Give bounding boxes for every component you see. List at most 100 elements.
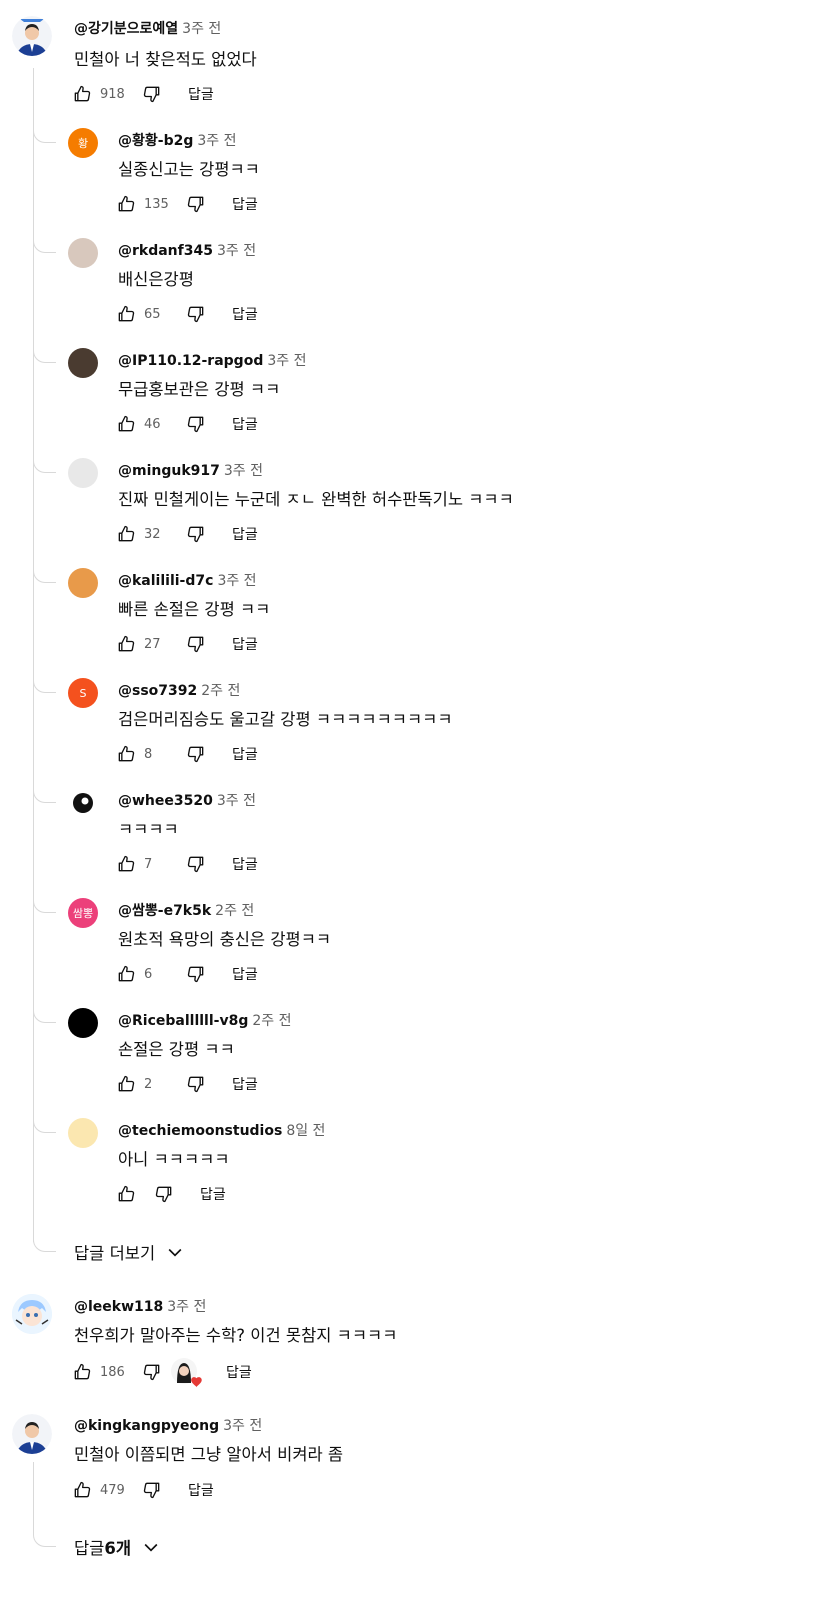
avatar-letter: S: [79, 686, 87, 700]
author-name[interactable]: @쌈뽕-e7k5k: [118, 903, 211, 919]
comment-time[interactable]: 3주 전: [217, 573, 256, 589]
comment-time[interactable]: 8일 전: [286, 1123, 325, 1139]
like-icon[interactable]: [116, 1184, 136, 1204]
avatar[interactable]: [68, 458, 98, 488]
thread-line: [33, 1462, 34, 1534]
reply-button[interactable]: 답글: [188, 1480, 214, 1500]
dislike-icon[interactable]: [186, 1074, 206, 1094]
comment-time[interactable]: 3주 전: [224, 463, 263, 479]
author-name[interactable]: @kingkangpyeong: [74, 1418, 219, 1434]
author-name[interactable]: @kalilili-d7c: [118, 573, 213, 589]
comment-time[interactable]: 3주 전: [223, 1418, 262, 1434]
dislike-icon[interactable]: [142, 1362, 162, 1382]
dislike-icon[interactable]: [186, 524, 206, 544]
comment-actions: 479 답글: [72, 1478, 214, 1502]
avatar[interactable]: [12, 16, 52, 56]
like-icon[interactable]: [116, 964, 136, 984]
comment-text: 배신은강평: [118, 270, 194, 289]
like-icon[interactable]: [116, 634, 136, 654]
avatar[interactable]: [12, 1294, 52, 1334]
dislike-icon[interactable]: [142, 1480, 162, 1500]
like-icon[interactable]: [116, 414, 136, 434]
like-icon[interactable]: [116, 194, 136, 214]
reply-button[interactable]: 답글: [232, 964, 258, 984]
like-count: 27: [144, 636, 161, 652]
avatar[interactable]: [68, 788, 98, 818]
reply-button[interactable]: 답글: [232, 744, 258, 764]
comment-time[interactable]: 3주 전: [267, 353, 306, 369]
reply-button[interactable]: 답글: [188, 84, 214, 104]
avatar[interactable]: 쌈뽕: [68, 898, 98, 928]
reply-button[interactable]: 답글: [232, 304, 258, 324]
comment-text: 손절은 강평 ㅋㅋ: [118, 1040, 235, 1059]
reply-button[interactable]: 답글: [232, 414, 258, 434]
like-icon[interactable]: [116, 304, 136, 324]
dislike-icon[interactable]: [186, 854, 206, 874]
author-name[interactable]: @강기분으로예열: [74, 21, 178, 37]
author-name[interactable]: @sso7392: [118, 683, 197, 699]
like-icon[interactable]: [116, 854, 136, 874]
like-icon[interactable]: [72, 1480, 92, 1500]
dislike-icon[interactable]: [186, 414, 206, 434]
avatar[interactable]: [68, 1118, 98, 1148]
like-icon[interactable]: [116, 744, 136, 764]
like-count: 32: [144, 526, 161, 542]
author-name[interactable]: @rkdanf345: [118, 243, 213, 259]
comment-time[interactable]: 2주 전: [201, 683, 240, 699]
author-name[interactable]: @leekw118: [74, 1299, 163, 1315]
reply-button[interactable]: 답글: [232, 854, 258, 874]
dislike-icon[interactable]: [186, 964, 206, 984]
like-icon[interactable]: [116, 524, 136, 544]
thread-curve: [33, 1118, 56, 1133]
reply-button[interactable]: 답글: [232, 194, 258, 214]
show-more-replies-button[interactable]: 답글 더보기: [74, 1240, 185, 1264]
comment-time[interactable]: 3주 전: [182, 21, 221, 37]
comment-time[interactable]: 3주 전: [167, 1299, 206, 1315]
avatar[interactable]: S: [68, 678, 98, 708]
author-name[interactable]: @minguk917: [118, 463, 220, 479]
author-name[interactable]: @황황-b2g: [118, 133, 193, 149]
like-icon[interactable]: [72, 1362, 92, 1382]
reply-button[interactable]: 답글: [200, 1184, 226, 1204]
author-name[interactable]: @techiemoonstudios: [118, 1123, 282, 1139]
avatar[interactable]: [68, 348, 98, 378]
comment-header: @kingkangpyeong 3주 전: [74, 1415, 262, 1435]
avatar[interactable]: [68, 1008, 98, 1038]
comment-header: @techiemoonstudios 8일 전: [118, 1120, 325, 1140]
reply-button[interactable]: 답글: [232, 524, 258, 544]
comment-time[interactable]: 2주 전: [215, 903, 254, 919]
comment-text: 무급홍보관은 강평 ㅋㅋ: [118, 380, 281, 399]
comment-time[interactable]: 2주 전: [252, 1013, 291, 1029]
like-icon[interactable]: [116, 1074, 136, 1094]
avatar[interactable]: [68, 568, 98, 598]
reply-button[interactable]: 답글: [226, 1362, 252, 1382]
author-name[interactable]: @whee3520: [118, 793, 213, 809]
avatar[interactable]: [68, 238, 98, 268]
thread-curve: [33, 1532, 56, 1547]
view-replies-button[interactable]: 답글 6개: [74, 1535, 161, 1559]
comment-time[interactable]: 3주 전: [217, 793, 256, 809]
dislike-icon[interactable]: [142, 84, 162, 104]
comment-time[interactable]: 3주 전: [217, 243, 256, 259]
comment-header: @whee3520 3주 전: [118, 790, 256, 810]
comment-header: @Riceballllll-v8g 2주 전: [118, 1010, 291, 1030]
avatar[interactable]: 황: [68, 128, 98, 158]
dislike-icon[interactable]: [186, 304, 206, 324]
dislike-icon[interactable]: [186, 634, 206, 654]
author-name[interactable]: @IP110.12-rapgod: [118, 353, 263, 369]
like-icon[interactable]: [72, 84, 92, 104]
author-name[interactable]: @Riceballllll-v8g: [118, 1013, 248, 1029]
reply-button[interactable]: 답글: [232, 1074, 258, 1094]
thread-curve: [33, 898, 56, 913]
comment-actions: 918 답글: [72, 82, 214, 106]
avatar-letter: 황: [77, 137, 89, 150]
dislike-icon[interactable]: [154, 1184, 174, 1204]
creator-heart-badge: [170, 1357, 202, 1388]
dislike-icon[interactable]: [186, 194, 206, 214]
dislike-icon[interactable]: [186, 744, 206, 764]
avatar[interactable]: [12, 1414, 52, 1454]
eight-ball-icon: [73, 793, 93, 813]
comment-text: 민철아 너 찾은적도 없었다: [74, 50, 257, 69]
reply-button[interactable]: 답글: [232, 634, 258, 654]
comment-time[interactable]: 3주 전: [197, 133, 236, 149]
